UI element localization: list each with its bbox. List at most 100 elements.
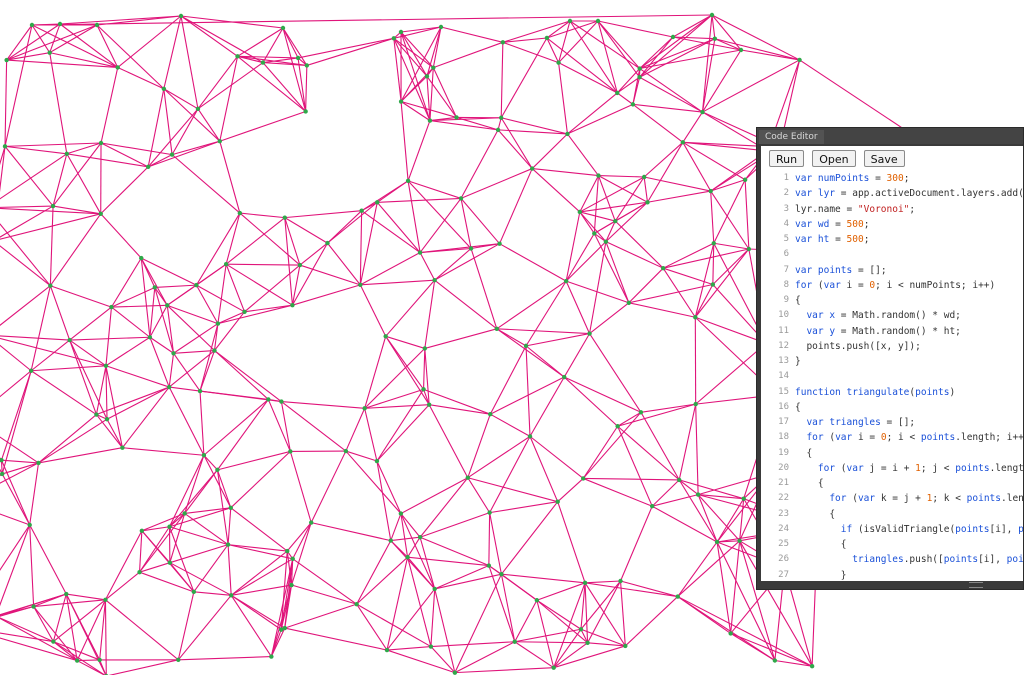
line-code: { <box>795 400 801 415</box>
code-token: = []; <box>880 417 916 428</box>
mesh-edge <box>597 175 616 222</box>
mesh-edge <box>376 389 425 462</box>
code-line: 21 { <box>761 476 1023 491</box>
mesh-edge <box>430 588 436 647</box>
mesh-edge <box>154 287 175 354</box>
line-number: 25 <box>778 539 789 549</box>
mesh-edge <box>0 436 39 464</box>
mesh-edge <box>467 435 531 479</box>
code-text-area[interactable]: 1 var numPoints = 300; 2 var lyr = app.acti… <box>761 171 1023 581</box>
mesh-vertex <box>438 24 444 30</box>
line-code: var numPoints = 300; <box>795 171 909 186</box>
mesh-edge <box>583 477 680 481</box>
mesh-edge <box>713 179 746 244</box>
mesh-vertex <box>359 208 364 213</box>
mesh-edge <box>105 571 140 601</box>
line-code: var y = Math.random() * ht; <box>795 324 960 339</box>
mesh-edge <box>166 305 175 354</box>
mesh-vertex <box>197 388 203 394</box>
mesh-vertex <box>98 211 103 216</box>
line-number: 8 <box>783 279 789 290</box>
mesh-vertex <box>426 402 432 407</box>
code-token: ; j < <box>920 462 956 474</box>
mesh-edge <box>0 207 101 215</box>
mesh-edge <box>1 459 39 464</box>
mesh-edge <box>356 556 408 605</box>
mesh-edge <box>616 92 634 105</box>
save-button[interactable]: Save <box>863 150 905 167</box>
mesh-vertex <box>405 554 410 560</box>
mesh-edge <box>267 399 291 452</box>
line-number: 2 <box>783 188 789 199</box>
mesh-vertex <box>417 535 423 540</box>
mesh-edge <box>284 603 357 629</box>
code-token: j = i + <box>869 462 916 474</box>
line-code: for (var k = j + 1; k < points.length; k <box>795 491 1023 506</box>
mesh-edge <box>376 460 392 541</box>
mesh-edge <box>488 565 538 601</box>
mesh-edge <box>430 641 515 648</box>
mesh-edge <box>489 436 531 513</box>
mesh-edge <box>360 252 421 286</box>
mesh-edge <box>49 52 68 154</box>
line-code: var ht = 500; <box>795 232 869 247</box>
mesh-edge <box>496 280 567 330</box>
mesh-vertex <box>290 556 295 561</box>
mesh-edge <box>593 175 599 234</box>
mesh-vertex <box>48 283 53 288</box>
line-code: triangles.push([points[i], points[j] <box>795 552 1023 567</box>
mesh-vertex <box>104 417 110 422</box>
line-code: { <box>795 537 847 552</box>
code-token: var <box>806 310 830 322</box>
mesh-edge <box>376 180 409 203</box>
mesh-vertex <box>51 639 56 644</box>
mesh-edge <box>419 536 490 567</box>
mesh-edge <box>589 302 630 335</box>
mesh-edge <box>393 37 428 77</box>
mesh-vertex <box>596 173 601 178</box>
code-token: points <box>943 554 979 566</box>
resize-grip-icon[interactable] <box>969 582 983 588</box>
mesh-vertex <box>167 560 173 565</box>
mesh-edge <box>628 283 713 304</box>
mesh-vertex <box>544 35 550 41</box>
mesh-edge <box>299 242 328 266</box>
mesh-vertex <box>728 631 733 636</box>
mesh-edge <box>677 541 718 597</box>
mesh-vertex <box>422 346 428 351</box>
code-token: var <box>795 264 818 276</box>
mesh-edge <box>639 14 713 69</box>
mesh-vertex <box>555 499 560 504</box>
line-number: 27 <box>778 569 789 580</box>
mesh-edge <box>489 512 502 575</box>
code-token: var <box>795 218 818 230</box>
code-token: triangulate <box>846 386 910 398</box>
mesh-edge <box>140 258 151 338</box>
run-button[interactable]: Run <box>769 150 805 167</box>
mesh-vertex <box>362 406 367 411</box>
mesh-edge <box>500 501 559 575</box>
mesh-edge <box>214 350 269 400</box>
mesh-vertex <box>27 522 32 528</box>
open-button[interactable]: Open <box>812 150 856 167</box>
mesh-edge <box>108 659 179 675</box>
mesh-edge <box>710 190 750 250</box>
code-line: 3 lyr.name = "Voronoi"; <box>761 202 1023 217</box>
mesh-vertex <box>398 99 404 104</box>
code-line: 24 if (isValidTriangle(points[i], points… <box>761 522 1023 537</box>
mesh-edge <box>173 349 215 354</box>
mesh-vertex <box>228 593 234 598</box>
line-number: 9 <box>783 295 789 305</box>
mesh-edge <box>30 370 97 415</box>
mesh-edge <box>376 202 421 253</box>
mesh-edge <box>197 108 221 142</box>
mesh-edge <box>428 404 469 478</box>
editor-title-tab[interactable]: Code Editor <box>759 130 824 144</box>
mesh-edge <box>0 285 51 326</box>
code-line: 23 { <box>761 507 1023 522</box>
code-token: for <box>829 493 853 505</box>
editor-bottom-bar <box>757 581 1023 589</box>
code-token: 300 <box>886 173 904 184</box>
mesh-vertex <box>191 589 197 595</box>
line-number: 21 <box>778 478 789 488</box>
